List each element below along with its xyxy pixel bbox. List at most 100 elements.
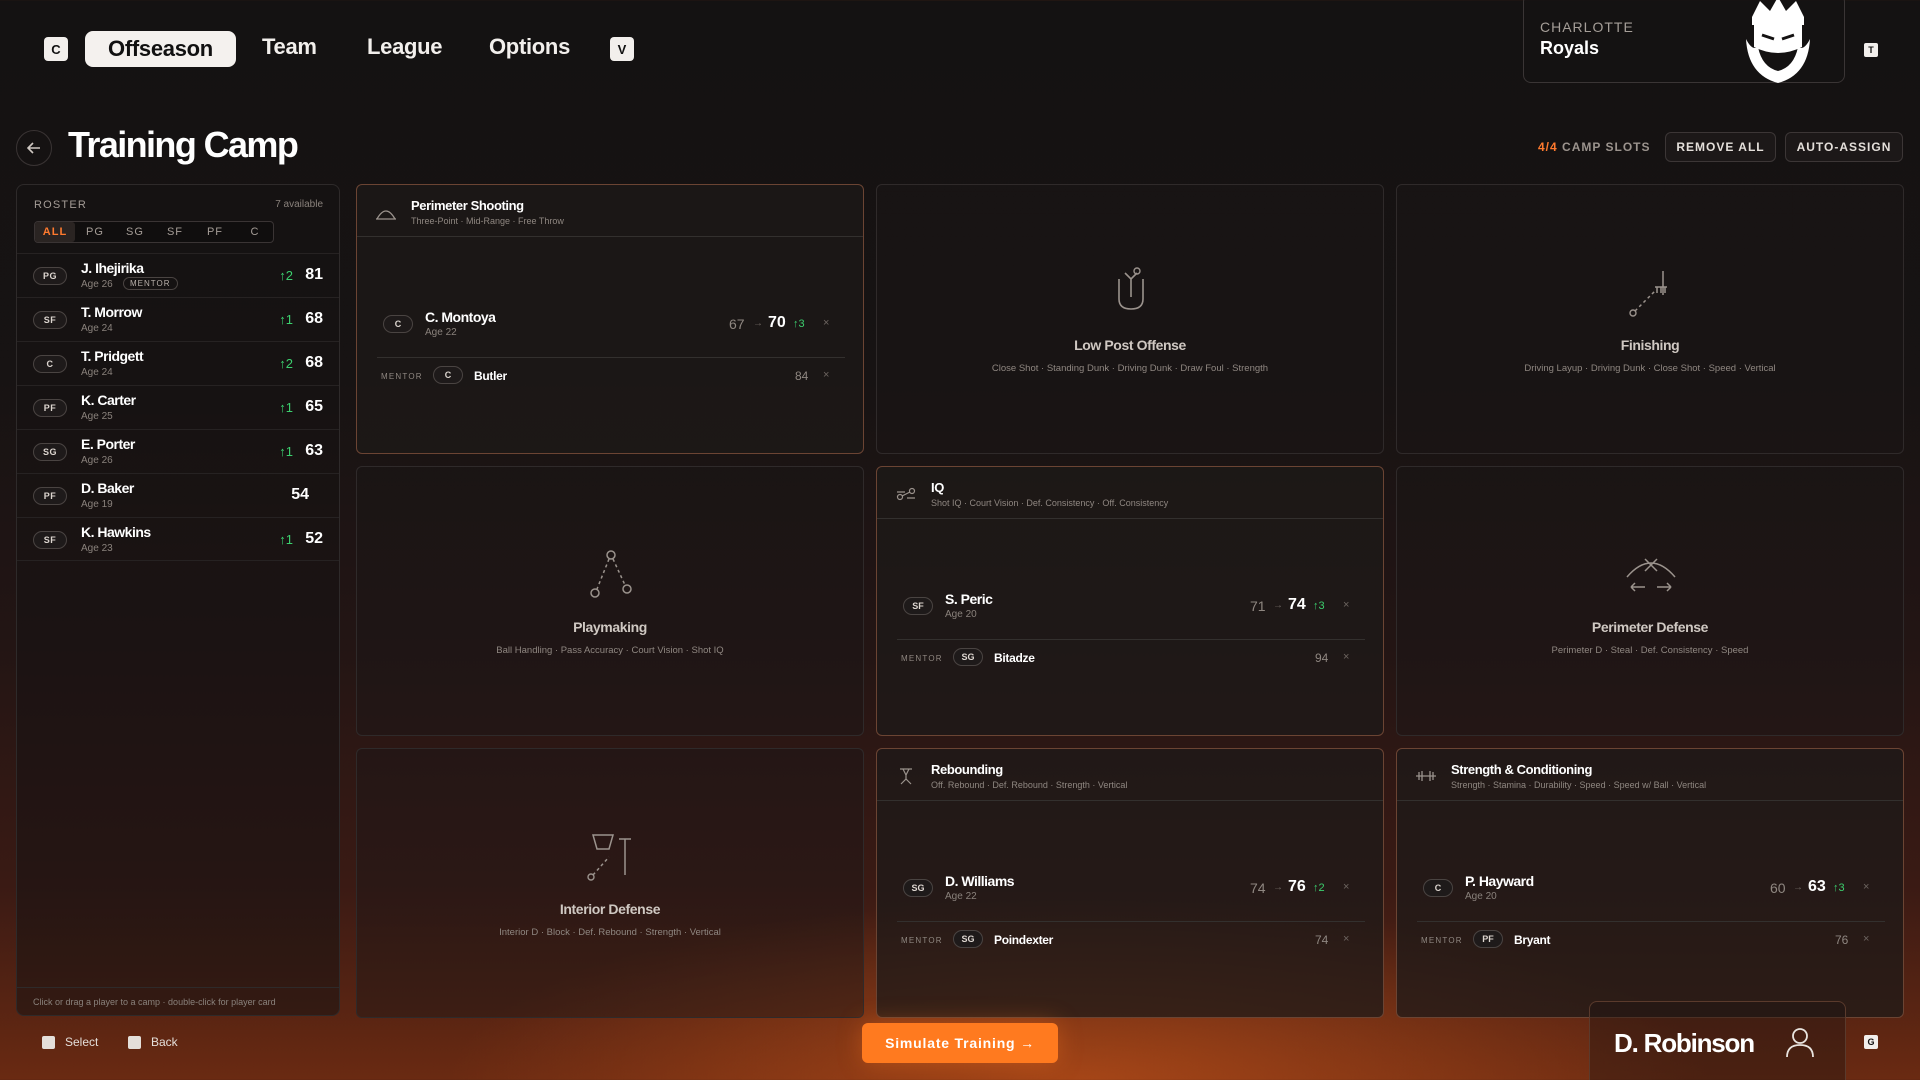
rating-before: 60 — [1770, 880, 1786, 896]
camp-attributes: Perimeter D · Steal · Def. Consistency ·… — [1551, 645, 1749, 656]
filter-pg[interactable]: PG — [75, 222, 115, 242]
camp-attributes: Ball Handling · Pass Accuracy · Court Vi… — [496, 645, 724, 656]
player-potential-gain: ↑2 — [279, 356, 293, 371]
camper-age: Age 22 — [945, 891, 977, 902]
filter-all[interactable]: ALL — [35, 222, 75, 242]
team-city: CHARLOTTE — [1540, 19, 1634, 35]
camp-rebounding[interactable]: Rebounding Off. Rebound · Def. Rebound ·… — [876, 748, 1384, 1018]
remove-mentor-button[interactable]: × — [1863, 933, 1869, 945]
auto-assign-button[interactable]: AUTO-ASSIGN — [1785, 132, 1903, 162]
position-badge: PG — [33, 267, 67, 285]
profile-key-hint: G — [1864, 1035, 1878, 1049]
camper-name: D. Williams — [945, 873, 1015, 889]
camp-attributes: Driving Layup · Driving Dunk · Close Sho… — [1524, 363, 1776, 374]
camp-header: Rebounding Off. Rebound · Def. Rebound ·… — [877, 749, 1383, 801]
slots-used: 4/4 — [1538, 140, 1558, 154]
prev-tab-key-hint: C — [44, 37, 68, 61]
filter-sg[interactable]: SG — [115, 222, 155, 242]
filter-c[interactable]: C — [235, 222, 275, 242]
player-potential-gain: ↑1 — [279, 312, 293, 327]
camp-title: Interior Defense — [559, 901, 661, 917]
camp-header: Strength & Conditioning Strength · Stami… — [1397, 749, 1903, 801]
remove-camper-button[interactable]: × — [1343, 599, 1349, 611]
crowned-king-logo-icon — [1746, 0, 1810, 83]
rebound-icon — [900, 768, 912, 785]
camp-title: Playmaking — [573, 619, 647, 635]
camp-perimeter-shooting[interactable]: Perimeter Shooting Three-Point · Mid-Ran… — [356, 184, 864, 454]
user-profile-card[interactable]: D. Robinson — [1589, 1001, 1846, 1080]
player-name: T. Morrow — [81, 304, 142, 320]
tab-offseason[interactable]: Offseason — [85, 31, 236, 67]
camp-iq[interactable]: IQ Shot IQ · Court Vision · Def. Consist… — [876, 466, 1384, 736]
camp-perimeter-defense[interactable]: Perimeter Defense Perimeter D · Steal · … — [1396, 466, 1904, 736]
camp-header: IQ Shot IQ · Court Vision · Def. Consist… — [877, 467, 1383, 519]
remove-camper-button[interactable]: × — [1343, 881, 1349, 893]
rating-after: 76 — [1288, 878, 1306, 895]
mentor-name: Poindexter — [994, 933, 1054, 947]
player-name: K. Hawkins — [81, 524, 151, 540]
team-name: Royals — [1540, 38, 1600, 58]
arrow-right-icon: → — [1273, 882, 1283, 893]
remove-mentor-button[interactable]: × — [1343, 651, 1349, 663]
tab-league[interactable]: League — [367, 34, 443, 60]
camp-header: Perimeter Shooting Three-Point · Mid-Ran… — [357, 185, 863, 237]
camper-name: S. Peric — [945, 591, 993, 607]
roster-row[interactable]: SF K. Hawkins Age 23 ↑1 52 — [17, 517, 339, 561]
simulate-training-button[interactable]: Simulate Training → — [862, 1023, 1058, 1063]
tab-team[interactable]: Team — [262, 34, 317, 60]
filter-pf[interactable]: PF — [195, 222, 235, 242]
player-age: Age 25 — [81, 411, 113, 422]
remove-camper-button[interactable]: × — [1863, 881, 1869, 893]
back-button[interactable] — [16, 130, 52, 166]
roster-row[interactable]: SF T. Morrow Age 24 ↑1 68 — [17, 297, 339, 341]
camp-low-post-offense[interactable]: Low Post Offense Close Shot · Standing D… — [876, 184, 1384, 454]
roster-row[interactable]: PF D. Baker Age 19 54 — [17, 473, 339, 517]
camp-slots-counter: 4/4 CAMP SLOTS — [1538, 140, 1650, 154]
divider — [1417, 921, 1885, 922]
filter-sf[interactable]: SF — [155, 222, 195, 242]
position-badge: SF — [33, 531, 67, 549]
roster-row[interactable]: SG E. Porter Age 26 ↑1 63 — [17, 429, 339, 473]
camper-age: Age 20 — [1465, 891, 1497, 902]
player-overall: 65 — [305, 398, 323, 415]
camp-playmaking[interactable]: Playmaking Ball Handling · Pass Accuracy… — [356, 466, 864, 736]
divider — [897, 921, 1365, 922]
rating-after: 63 — [1808, 878, 1826, 895]
player-name: K. Carter — [81, 392, 136, 408]
layup-icon — [1629, 271, 1667, 317]
position-badge: SG — [953, 648, 983, 666]
camp-title: Low Post Offense — [1074, 337, 1186, 353]
rating-gain: ↑2 — [1313, 882, 1325, 894]
camp-finishing[interactable]: Finishing Driving Layup · Driving Dunk ·… — [1396, 184, 1904, 454]
roster-help-text: Click or drag a player to a camp · doubl… — [17, 987, 339, 1015]
camp-attributes: Off. Rebound · Def. Rebound · Strength ·… — [931, 780, 1128, 790]
remove-mentor-button[interactable]: × — [1343, 933, 1349, 945]
camp-attributes: Strength · Stamina · Durability · Speed … — [1451, 780, 1707, 790]
position-badge: SG — [33, 443, 67, 461]
remove-mentor-button[interactable]: × — [823, 369, 829, 381]
camp-title: Rebounding — [931, 762, 1003, 777]
page-title: Training Camp — [68, 124, 299, 165]
remove-camper-button[interactable]: × — [823, 317, 829, 329]
team-card[interactable]: CHARLOTTE Royals — [1523, 0, 1845, 83]
rating-gain: ↑3 — [1833, 882, 1845, 894]
position-badge: C — [383, 315, 413, 333]
camp-interior-defense[interactable]: Interior Defense Interior D · Block · De… — [356, 748, 864, 1018]
roster-label: ROSTER — [34, 199, 88, 211]
remove-all-button[interactable]: REMOVE ALL — [1665, 132, 1776, 162]
arrow-left-icon — [27, 142, 40, 154]
player-potential-gain: ↑1 — [279, 532, 293, 547]
roster-row[interactable]: PG J. Ihejirika Age 26 MENTOR ↑2 81 — [17, 253, 339, 297]
player-age: Age 24 — [81, 323, 113, 334]
player-age: Age 23 — [81, 543, 113, 554]
roster-row[interactable]: C T. Pridgett Age 24 ↑2 68 — [17, 341, 339, 385]
next-tab-key-hint: V — [610, 37, 634, 61]
tab-options[interactable]: Options — [489, 34, 570, 60]
mentor-label: MENTOR — [901, 654, 943, 663]
mentor-name: Butler — [474, 369, 507, 383]
defensive-slide-icon — [1626, 558, 1676, 592]
player-overall: 54 — [291, 486, 309, 503]
rating-before: 74 — [1250, 880, 1266, 896]
roster-row[interactable]: PF K. Carter Age 25 ↑1 65 — [17, 385, 339, 429]
camp-strength-conditioning[interactable]: Strength & Conditioning Strength · Stami… — [1396, 748, 1904, 1018]
